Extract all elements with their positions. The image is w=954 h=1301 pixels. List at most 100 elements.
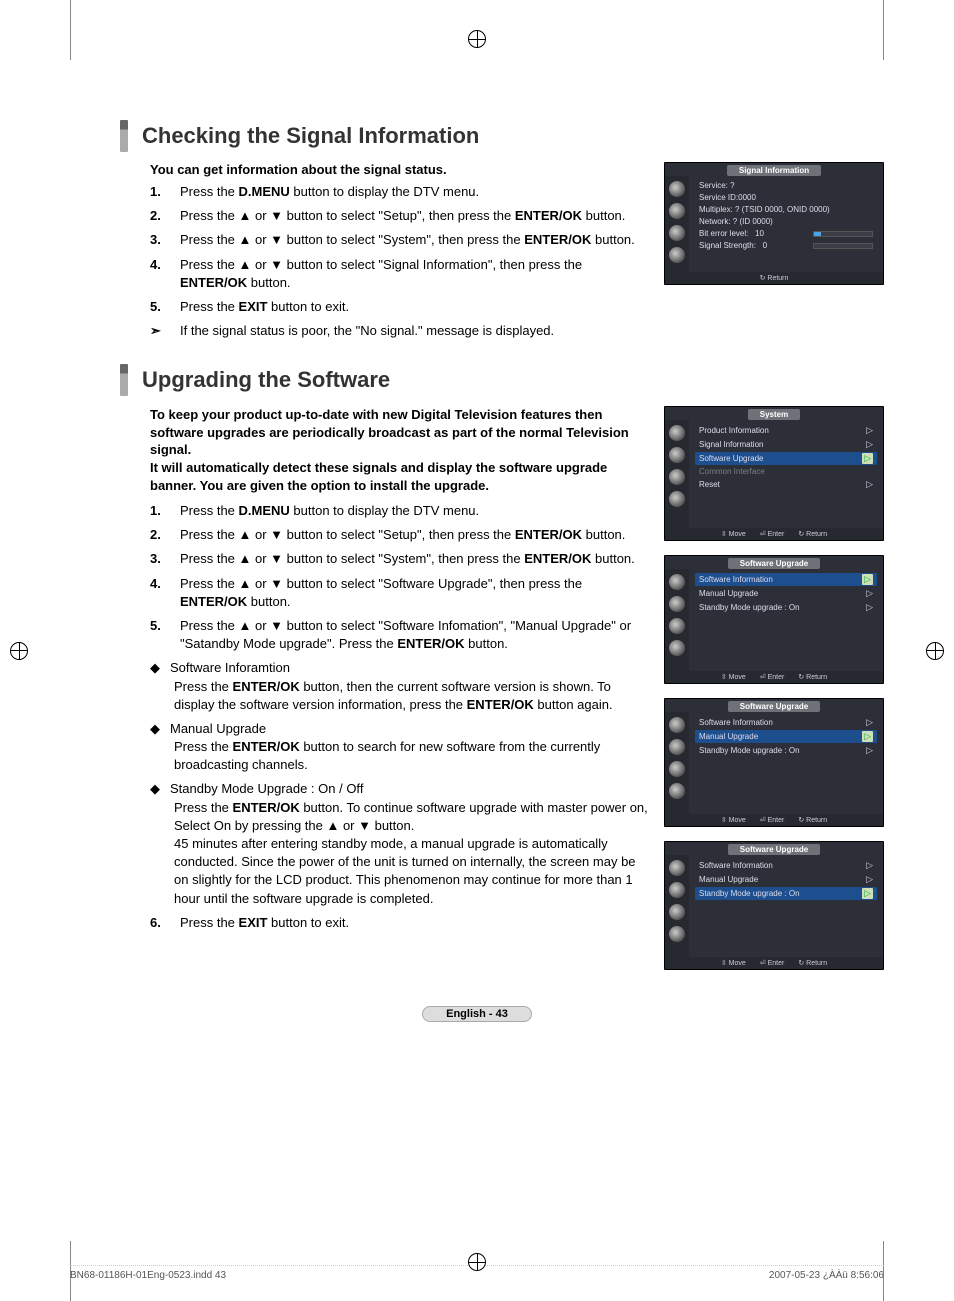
osd-title: System [748,409,800,420]
step-number: 6. [150,914,168,932]
step-item: 5.Press the ▲ or ▼ button to select "Sof… [150,617,652,653]
osd-menu-label: Software Information [699,718,773,727]
osd-footer-return: Return [760,274,789,282]
osd-footer: Return [665,272,883,284]
osd-sidebar-icons [665,712,689,814]
step-number: 3. [150,550,168,568]
osd-footer: Move Enter Return [665,957,883,969]
step-item: 5. Press the EXIT button to exit. [150,298,652,316]
osd-menu-label: Standby Mode upgrade : On [699,746,800,755]
osd-menu-label: Manual Upgrade [699,589,758,598]
diamond-icon: ◆ [150,780,164,798]
step-text: Press the EXIT button to exit. [180,298,652,316]
osd-footer-enter: Enter [760,959,785,967]
note-icon: ➣ [150,322,168,340]
osd-menu-row: Signal Information▷ [695,438,877,451]
bullet-title: Manual Upgrade [170,720,266,738]
osd-footer-enter: Enter [760,816,785,824]
osd-menu-row: Product Information ▷ [695,424,877,437]
chevron-right-icon: ▷ [866,860,873,871]
osd-menu-row: Standby Mode upgrade : On▷ [695,744,877,757]
step-text: Press the ▲ or ▼ button to select "Signa… [180,256,652,292]
osd-menu-label: Manual Upgrade [699,875,758,884]
step-text: Press the ▲ or ▼ button to select "Softw… [180,575,652,611]
osd-signal-strength-row: Signal Strength: 0 [695,240,877,251]
osd-menu-label: Software Upgrade [699,454,763,463]
osd-menu-row: Manual Upgrade▷ [695,873,877,886]
bullet-title: Standby Mode Upgrade : On / Off [170,780,363,798]
osd-footer-return: Return [798,959,827,967]
osd-sidebar-icons [665,569,689,671]
osd-menu-row: Software Information ▷ [695,859,877,872]
note-text: If the signal status is poor, the "No si… [180,322,554,340]
step-item: 3.Press the ▲ or ▼ button to select "Sys… [150,231,652,249]
osd-footer: MoveEnterReturn [665,814,883,826]
osd-title: Software Upgrade [728,558,820,569]
osd-menu-row: Manual Upgrade▷ [695,730,877,743]
osd-info-row: Service: ? [695,180,877,191]
note-row: ➣ If the signal status is poor, the "No … [150,322,652,340]
step-item: 4.Press the ▲ or ▼ button to select "Sof… [150,575,652,611]
osd-footer-enter: Enter [760,530,785,538]
crop-line [70,0,71,60]
step-number: 1. [150,502,168,520]
osd-panel-signal-information: Signal Information Service: ?Service ID:… [664,162,884,285]
step-item: 2. Press the ▲ or ▼ button to select "Set… [150,207,652,225]
osd-menu-row: Software Upgrade ▷ [695,452,877,465]
step-text: Press the EXIT button to exit. [180,914,652,932]
step-text: Press the D.MENU button to display the D… [180,502,652,520]
bullet-body: Press the ENTER/OK button. To continue s… [174,799,652,908]
osd-menu-label: Product Information [699,426,769,435]
page-number-badge: English - 43 [422,1006,532,1022]
diamond-bullet-item: ◆Software InforamtionPress the ENTER/OK … [150,659,652,714]
osd-menu-label: Standby Mode upgrade : On [699,603,800,612]
step-text: Press the ▲ or ▼ button to select "Setup… [180,207,652,225]
page: Checking the Signal Information You can … [0,0,954,1301]
diamond-bullet-item: ◆ Standby Mode Upgrade : On / OffPress th… [150,780,652,907]
step-number: 5. [150,298,168,316]
chevron-right-icon: ▷ [866,588,873,599]
osd-menu-row: Standby Mode upgrade : On▷ [695,887,877,900]
heading-accent-bar [120,120,128,152]
bullet-title: Software Inforamtion [170,659,290,677]
chevron-right-icon: ▷ [862,888,873,899]
osd-sidebar-icons [665,855,689,957]
step-item: 3. Press the ▲ or ▼ button to select "Sys… [150,550,652,568]
osd-footer-move: Move [721,530,746,538]
osd-footer-move: Move [721,959,746,967]
osd-footer-enter: Enter [760,673,785,681]
chevron-right-icon: ▷ [862,574,873,585]
step-number: 2. [150,526,168,544]
osd-sidebar-icons [665,176,689,272]
osd-panel-system: System Product Information▷Signal Inform… [664,406,884,541]
step-item: 1.Press the D.MENU button to display the… [150,183,652,201]
osd-menu-label: Manual Upgrade [699,732,758,741]
osd-menu-row: Software Information▷ [695,573,877,586]
osd-content: Software Information▷Manual Upgrade▷Stan… [689,712,883,814]
diamond-icon: ◆ [150,659,164,677]
section-body: You can get information about the signal… [150,162,652,346]
step-item: 1. Press the D.MENU button to display the… [150,502,652,520]
step-number: 1. [150,183,168,201]
step-item: 2.Press the ▲ or ▼ button to select "Set… [150,526,652,544]
chevron-right-icon: ▷ [862,453,873,464]
osd-menu-row: Reset▷ [695,478,877,491]
step-number: 4. [150,256,168,292]
osd-info-row: Service ID:0000 [695,192,877,203]
diamond-icon: ◆ [150,720,164,738]
osd-bit-error-row: Bit error level: 10 [695,228,877,239]
osd-menu-label: Software Information [699,861,773,870]
step-number: 5. [150,617,168,653]
step-item: 6. Press the EXIT button to exit. [150,914,652,932]
section-heading-checking-signal: Checking the Signal Information [120,120,884,152]
osd-menu-row: Software Information▷ [695,716,877,729]
chevron-right-icon: ▷ [866,439,873,450]
osd-panel-software-upgrade: Software UpgradeSoftware Information▷Man… [664,698,884,827]
chevron-right-icon: ▷ [866,425,873,436]
chevron-right-icon: ▷ [866,479,873,490]
step-item: 4. Press the ▲ or ▼ button to select "Sig… [150,256,652,292]
osd-panel-software-upgrade: Software UpgradeSoftware Information▷Man… [664,841,884,970]
osd-title: Software Upgrade [728,701,820,712]
step-text: Press the ▲ or ▼ button to select "Syste… [180,550,652,568]
step-number: 2. [150,207,168,225]
